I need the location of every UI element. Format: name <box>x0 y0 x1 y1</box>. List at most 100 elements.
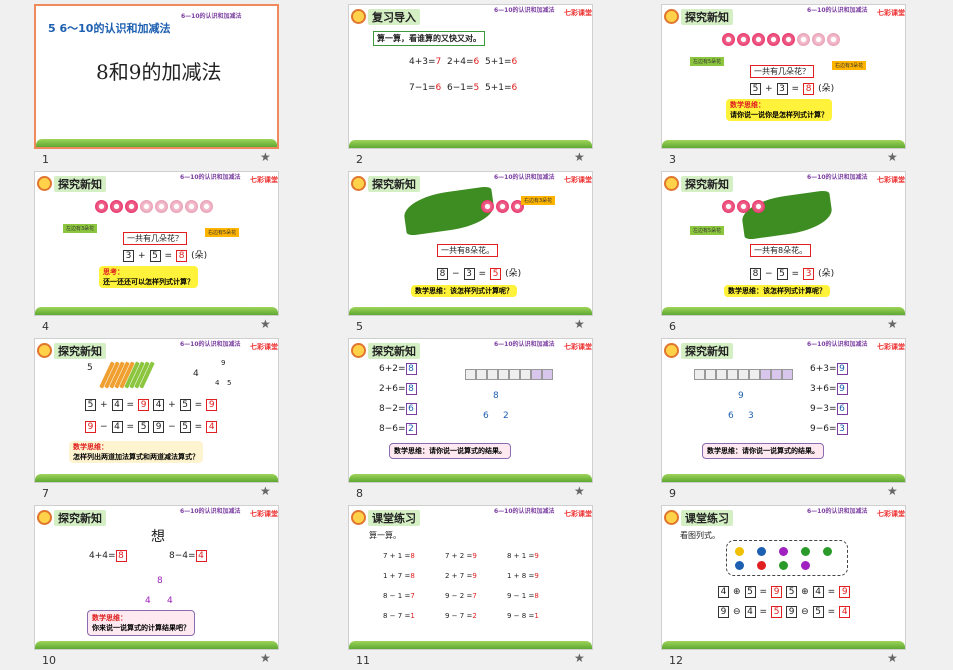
slide-thumbnail-5[interactable]: 探究新知 6—10的认识和加减法 七彩课堂 右边有3朵花 一共有8朵花。 8−3 = 5 (朵)… <box>348 171 658 336</box>
prompt-text: 算一算。 <box>369 531 401 540</box>
slide-subtitle: 6—10的认识和加减法 <box>180 174 241 181</box>
star-icon[interactable]: ★ <box>887 651 898 665</box>
equation-row: 8−3 = 5 (朵) <box>435 266 523 280</box>
exercise-answer: 1 <box>410 612 415 620</box>
flower-icon <box>827 33 840 46</box>
grass-decoration <box>35 474 278 482</box>
slide-number: 4 <box>42 320 49 333</box>
note-label: 思考： <box>103 268 124 276</box>
equation-part: 5 <box>179 421 191 433</box>
tree-right: 2 <box>503 411 509 421</box>
equation-part: (朵) <box>505 269 522 279</box>
star-icon[interactable]: ★ <box>887 484 898 498</box>
exercise-answer: 1 <box>534 612 539 620</box>
slide-header: 探究新知 <box>664 8 733 25</box>
slide-thumbnail-4[interactable]: 探究新知 6—10的认识和加减法 七彩课堂 左边有3朵花 右边有5朵花 一共有几朵花？ 3 +… <box>34 171 344 336</box>
slide-canvas[interactable]: 探究新知 6—10的认识和加减法 七彩课堂想 4+4= 8 8−4= 4 8 4 4 数学思维： 你来… <box>34 505 279 650</box>
flower-icon <box>110 200 123 213</box>
equation-part: + <box>765 84 773 94</box>
exercise-left: 9 − 2 = <box>445 592 473 600</box>
equation-part: 3 <box>803 268 815 280</box>
slide-canvas[interactable]: 探究新知 6—10的认识和加减法 七彩课堂 左边有5朵花 右边有3朵花 一共有几朵花？ 5 +… <box>661 4 906 149</box>
star-icon[interactable]: ★ <box>260 150 271 164</box>
slide-thumbnail-11[interactable]: 课堂练习 6—10的认识和加减法 七彩课堂 算一算。 7 + 1 =8 7 + 2 =9 8… <box>348 505 658 670</box>
tree-top: 9 <box>221 359 226 367</box>
slide-subtitle: 6—10的认识和加减法 <box>807 341 868 348</box>
star-icon[interactable]: ★ <box>887 317 898 331</box>
equation: 4+3=7 <box>409 57 441 67</box>
slide-canvas[interactable]: 探究新知 6—10的认识和加减法 七彩课堂 左边有3朵花 右边有5朵花 一共有几朵花？ 3 +… <box>34 171 279 316</box>
star-icon[interactable]: ★ <box>887 150 898 164</box>
equation-part: 8 <box>176 250 188 262</box>
slide-canvas[interactable]: 探究新知 6—10的认识和加减法 七彩课堂 6+3= 9 3+6= 9 9−3= 6 9−6= 3 9… <box>661 338 906 483</box>
star-icon[interactable]: ★ <box>574 651 585 665</box>
header-icon <box>351 343 366 358</box>
slide-thumbnail-9[interactable]: 探究新知 6—10的认识和加减法 七彩课堂 6+3= 9 3+6= 9 9−3= 6 9−6= 3 9… <box>661 338 953 503</box>
slide-thumbnail-3[interactable]: 探究新知 6—10的认识和加减法 七彩课堂 左边有5朵花 右边有3朵花 一共有几朵花？ 5 +… <box>661 4 953 169</box>
slide-thumbnail-10[interactable]: 探究新知 6—10的认识和加减法 七彩课堂想 4+4= 8 8−4= 4 8 4 4 数学思维： 你来… <box>34 505 344 670</box>
equation-part: = <box>827 607 836 617</box>
exercise: 8 + 1 =9 <box>507 552 539 560</box>
flower-icon <box>812 33 825 46</box>
ball-icon <box>735 547 744 556</box>
leaf-icon <box>739 189 835 241</box>
slide-number: 9 <box>669 487 676 500</box>
equation-part: 4 <box>111 421 123 433</box>
equation-row: 9 ⊖ 4 = 5 9 ⊖ 5 = 4 <box>716 606 852 618</box>
tree-top: 8 <box>157 576 163 586</box>
slide-header-title: 探究新知 <box>681 342 733 359</box>
equation-part: = <box>126 400 135 410</box>
exercise: 8 − 1 =7 <box>383 592 415 600</box>
slide-canvas[interactable]: 课堂练习 6—10的认识和加减法 七彩课堂 看图列式。 4 ⊕ 5 = 9 5 ⊕ 4 = 9 9 ⊖ 4 = 5 9… <box>661 505 906 650</box>
brand-logo: 七彩课堂 <box>250 176 278 184</box>
slide-canvas[interactable]: 探究新知 6—10的认识和加减法 七彩课堂 5 4 9 4 5 5 +4 = 9 4 +5 = 9 9−4 = 5 9… <box>34 338 279 483</box>
star-icon[interactable]: ★ <box>260 484 271 498</box>
equation-part: = <box>478 269 487 279</box>
slide-thumbnail-7[interactable]: 探究新知 6—10的认识和加减法 七彩课堂 5 4 9 4 5 5 +4 = 9 4 +5 = 9 9−4 = 5 9… <box>34 338 344 503</box>
equation-part: (朵) <box>818 84 835 94</box>
slide-thumbnail-1[interactable]: 5 6～10的认识和加减法 8和9的加减法 6—10的认识和加减法 1 ★ <box>34 4 344 169</box>
slide-canvas[interactable]: 5 6～10的认识和加减法 8和9的加减法 6—10的认识和加减法 <box>34 4 279 149</box>
note-text: 还一还还可以怎样列式计算？ <box>103 278 194 286</box>
slide-canvas[interactable]: 探究新知 6—10的认识和加减法 七彩课堂 右边有3朵花 一共有8朵花。 8−3 = 5 (朵)… <box>348 171 593 316</box>
slide-header-title: 探究新知 <box>681 175 733 192</box>
slide-canvas[interactable]: 探究新知 6—10的认识和加减法 七彩课堂 左边有5朵花 一共有8朵花。 8−5 = 3 (朵)… <box>661 171 906 316</box>
slide-thumbnail-2[interactable]: 复习导入 6—10的认识和加减法 七彩课堂 算一算，看谁算的又快又对。 4+3=7 2+4… <box>348 4 658 169</box>
slide-thumbnail-12[interactable]: 课堂练习 6—10的认识和加减法 七彩课堂 看图列式。 4 ⊕ 5 = 9 5 ⊕ 4 = 9 9 ⊖ 4 = 5 9… <box>661 505 953 670</box>
question-box: 一共有8朵花。 <box>750 244 812 257</box>
star-icon[interactable]: ★ <box>260 317 271 331</box>
flower-icon <box>155 200 168 213</box>
equation-part: 8 <box>803 83 815 95</box>
slide-thumbnail-6[interactable]: 探究新知 6—10的认识和加减法 七彩课堂 左边有5朵花 一共有8朵花。 8−5 = 3 (朵)… <box>661 171 953 336</box>
flower-row <box>722 200 765 213</box>
tree-top: 8 <box>493 391 499 401</box>
equation-part: 8 <box>750 268 761 280</box>
slide-canvas[interactable]: 探究新知 6—10的认识和加减法 七彩课堂 6+2= 8 2+6= 8 8−2= 6 8−6= 2 8… <box>348 338 593 483</box>
slide-canvas[interactable]: 课堂练习 6—10的认识和加减法 七彩课堂 算一算。 7 + 1 =8 7 + 2 =9 8… <box>348 505 593 650</box>
exercise-left: 8 + 1 = <box>507 552 535 560</box>
cube <box>738 369 749 380</box>
equation-part: 3 <box>776 83 788 95</box>
grass-decoration <box>35 307 278 315</box>
equation-row: 9−4 = 5 9−5 = 4 <box>83 421 219 433</box>
slide-thumbnail-8[interactable]: 探究新知 6—10的认识和加减法 七彩课堂 6+2= 8 2+6= 8 8−2= 6 8−6= 2 8… <box>348 338 658 503</box>
slide-number: 3 <box>669 153 676 166</box>
equation-part: 5 <box>85 399 96 411</box>
star-icon[interactable]: ★ <box>260 651 271 665</box>
star-icon[interactable]: ★ <box>574 484 585 498</box>
equation-part: 9 <box>153 421 165 433</box>
tree-left: 4 <box>145 596 151 606</box>
header-icon <box>664 510 679 525</box>
exercise: 7 + 2 =9 <box>445 552 477 560</box>
equation-left: 4+3= <box>409 57 436 67</box>
ball-icon <box>735 561 744 570</box>
star-icon[interactable]: ★ <box>574 150 585 164</box>
flower-icon <box>722 200 735 213</box>
equation-row: 4 ⊕ 5 = 9 5 ⊕ 4 = 9 <box>716 586 852 598</box>
equation-answer: 2 <box>405 423 417 435</box>
slide-canvas[interactable]: 复习导入 6—10的认识和加减法 七彩课堂 算一算，看谁算的又快又对。 4+3=7 2+4… <box>348 4 593 149</box>
equation: 7−1=6 <box>409 83 441 93</box>
star-icon[interactable]: ★ <box>574 317 585 331</box>
flower-icon <box>722 33 735 46</box>
equation-part: 5 <box>786 586 798 598</box>
